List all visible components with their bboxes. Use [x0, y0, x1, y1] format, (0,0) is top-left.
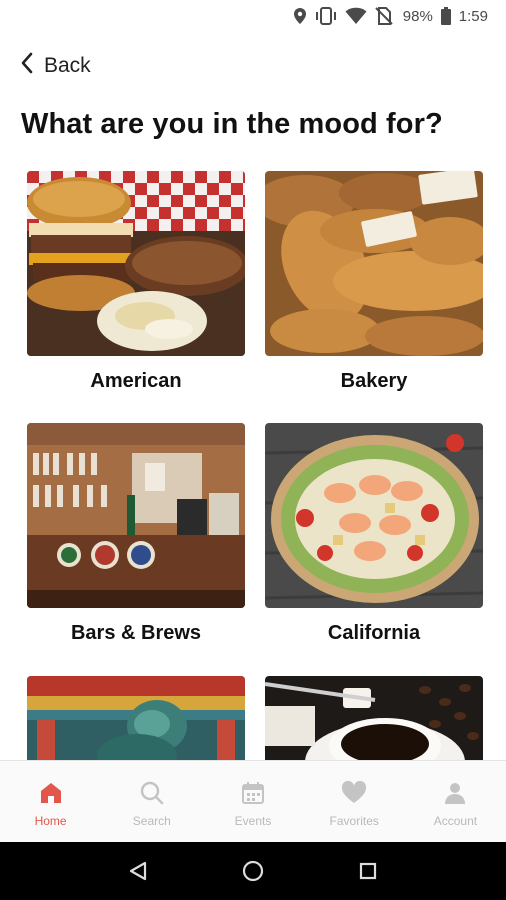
home-circle-icon[interactable] — [233, 851, 273, 891]
calendar-icon — [241, 781, 265, 810]
battery-percent: 98% — [402, 7, 433, 25]
nav-label: Account — [433, 814, 478, 828]
bottom-navigation: Home Search Events Favorites Account — [0, 760, 506, 842]
screen: 98% 1:59 Back What are you in the mood f… — [0, 0, 506, 900]
nav-label: Home — [34, 814, 67, 828]
category-card-american[interactable]: American — [27, 171, 245, 393]
wifi-icon — [345, 7, 367, 25]
nav-home[interactable]: Home — [0, 761, 101, 842]
category-label: California — [327, 622, 421, 644]
location-icon — [293, 7, 307, 25]
back-button[interactable]: Back — [20, 52, 91, 79]
bread-photo — [265, 171, 483, 356]
nav-events[interactable]: Events — [202, 761, 303, 842]
nav-search[interactable]: Search — [101, 761, 202, 842]
status-bar: 98% 1:59 — [0, 0, 506, 32]
nav-favorites[interactable]: Favorites — [304, 761, 405, 842]
nav-label: Events — [234, 814, 272, 828]
category-label: Bars & Brews — [70, 622, 202, 644]
clock: 1:59 — [458, 7, 488, 25]
nav-label: Search — [132, 814, 171, 828]
page-title: What are you in the mood for? — [21, 108, 443, 140]
category-card-bars-brews[interactable]: Bars & Brews — [27, 423, 245, 645]
search-icon — [140, 781, 164, 810]
nav-account[interactable]: Account — [405, 761, 506, 842]
home-icon — [39, 781, 63, 810]
bar-photo — [27, 423, 245, 608]
category-label: Bakery — [340, 370, 408, 392]
category-card-asian[interactable] — [27, 676, 245, 760]
coffee-photo — [265, 676, 483, 760]
category-card-coffee[interactable] — [265, 676, 483, 760]
recents-square-icon[interactable] — [348, 851, 388, 891]
category-card-bakery[interactable]: Bakery — [265, 171, 483, 393]
person-icon — [443, 781, 467, 810]
system-navigation-bar — [0, 842, 506, 900]
back-triangle-icon[interactable] — [118, 851, 158, 891]
nav-label: Favorites — [329, 814, 379, 828]
battery-icon — [440, 7, 451, 25]
vibrate-icon — [315, 7, 337, 25]
salad-photo — [265, 423, 483, 608]
category-card-california[interactable]: California — [265, 423, 483, 645]
category-grid: American Bakery Bars & Brews California — [27, 171, 483, 760]
asian-architecture-photo — [27, 676, 245, 760]
burger-photo — [27, 171, 245, 356]
no-sim-icon — [375, 7, 393, 25]
chevron-left-icon — [20, 52, 34, 79]
back-label: Back — [44, 53, 91, 77]
heart-icon — [341, 780, 367, 810]
category-label: American — [90, 370, 182, 392]
